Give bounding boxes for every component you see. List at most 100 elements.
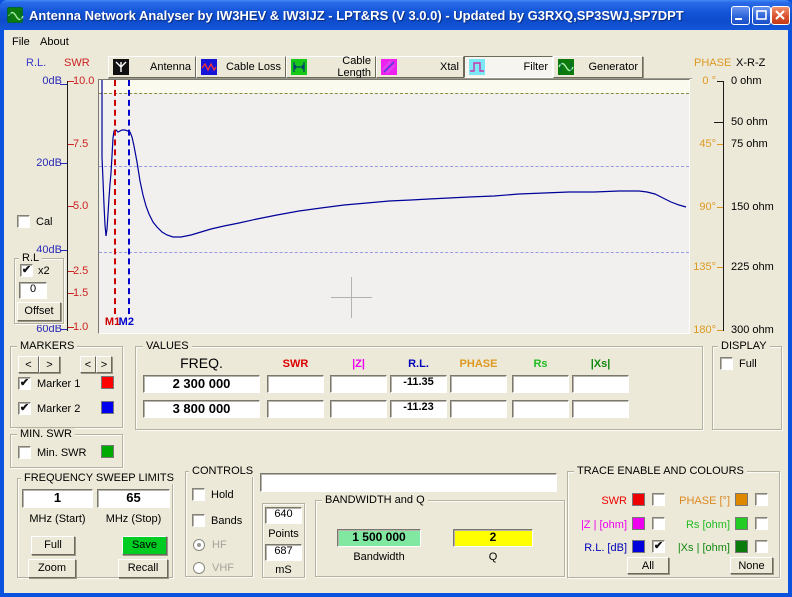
marker1-color-swatch[interactable] — [101, 376, 114, 389]
marker1-label: Marker 1 — [37, 378, 80, 390]
marker1-line[interactable] — [114, 80, 116, 314]
xs-column-header: |Xs| — [572, 358, 629, 370]
phase-value-row2[interactable] — [450, 400, 507, 418]
none-traces-button[interactable]: None — [730, 557, 773, 574]
menu-about[interactable]: About — [40, 36, 69, 48]
xs-trace-swatch[interactable] — [735, 540, 748, 553]
z-value-row1[interactable] — [330, 375, 387, 393]
swr-column-header: SWR — [267, 358, 324, 370]
phase-tick-mark — [717, 207, 723, 208]
cal-checkbox[interactable] — [17, 215, 30, 228]
rs-trace-swatch[interactable] — [735, 517, 748, 530]
points-value: 640 — [265, 507, 302, 524]
minimize-button[interactable] — [731, 6, 750, 25]
offset-input[interactable]: 0 — [19, 282, 47, 299]
phase-trace-checkbox[interactable] — [755, 493, 768, 506]
rl-value-row2[interactable]: -11.23 — [390, 400, 447, 418]
right-axis-line — [723, 81, 724, 331]
swr-value-row2[interactable] — [267, 400, 324, 418]
recall-button[interactable]: Recall — [118, 559, 168, 578]
marker2-color-swatch[interactable] — [101, 401, 114, 414]
swr-trace-checkbox[interactable] — [652, 493, 665, 506]
swr-value-row1[interactable] — [267, 375, 324, 393]
full-sweep-button[interactable]: Full — [31, 536, 75, 555]
min-swr-checkbox[interactable] — [18, 446, 31, 459]
marker2-checkbox[interactable]: ✔ — [18, 402, 31, 415]
xs-value-row1[interactable] — [572, 375, 629, 393]
marker1-checkbox[interactable]: ✔ — [18, 377, 31, 390]
phase-axis-header: PHASE — [694, 57, 731, 69]
ohm-tick: 0 ohm — [731, 75, 762, 87]
rs-value-row1[interactable] — [512, 375, 569, 393]
stop-freq-label: MHz (Stop) — [97, 513, 170, 525]
phase-trace-swatch[interactable] — [735, 493, 748, 506]
bands-checkbox[interactable] — [192, 514, 205, 527]
marker1-next-button[interactable]: > — [39, 356, 60, 373]
swr-trace-swatch[interactable] — [632, 493, 645, 506]
phase-tick-mark — [717, 330, 723, 331]
phase-tick-mark — [717, 144, 723, 145]
rl-value-row1[interactable]: -11.35 — [390, 375, 447, 393]
hf-label: HF — [212, 539, 227, 551]
marker2-line[interactable] — [128, 80, 130, 314]
full-display-checkbox[interactable] — [720, 357, 733, 370]
xs-trace-checkbox[interactable] — [755, 540, 768, 553]
save-button[interactable]: Save — [122, 536, 167, 555]
ms-label: mS — [262, 564, 305, 576]
rl-tick: 20dB — [26, 157, 62, 169]
ohm-tick-mark — [714, 122, 723, 123]
x2-checkbox[interactable]: ✔ — [20, 264, 33, 277]
vhf-radio — [193, 562, 205, 574]
xs-value-row2[interactable] — [572, 400, 629, 418]
window-title: Antenna Network Analyser by IW3HEV & IW3… — [29, 8, 684, 23]
stop-freq-input[interactable]: 65 — [97, 489, 170, 508]
z-value-row2[interactable] — [330, 400, 387, 418]
status-text-field[interactable] — [260, 473, 557, 492]
swr-tick-mark — [68, 144, 74, 145]
cable-loss-button[interactable]: Cable Loss — [196, 56, 286, 78]
bandwidth-value[interactable]: 1 500 000 — [337, 529, 421, 547]
generator-icon — [558, 59, 574, 75]
menu-file[interactable]: File — [12, 36, 30, 48]
z-trace-checkbox[interactable] — [652, 517, 665, 530]
phase-value-row1[interactable] — [450, 375, 507, 393]
rs-trace-checkbox[interactable] — [755, 517, 768, 530]
all-traces-button[interactable]: All — [627, 557, 669, 574]
offset-button[interactable]: Offset — [17, 302, 61, 321]
filter-button[interactable]: Filter — [464, 56, 553, 78]
cable-loss-icon — [201, 59, 217, 75]
xtal-button[interactable]: Xtal — [376, 56, 464, 78]
xs-trace-label: |Xs | [ohm] — [670, 542, 730, 554]
rs-value-row2[interactable] — [512, 400, 569, 418]
q-value[interactable]: 2 — [453, 529, 533, 547]
min-swr-color-swatch[interactable] — [101, 445, 114, 458]
hf-radio — [193, 539, 205, 551]
swr-tick-mark — [68, 327, 74, 328]
cable-length-button[interactable]: Cable Length — [286, 56, 376, 78]
z-trace-swatch[interactable] — [632, 517, 645, 530]
antenna-button[interactable]: Antenna — [108, 56, 196, 78]
rl-trace — [99, 80, 689, 333]
swr-tick-mark — [68, 271, 74, 272]
swr-tick-mark — [68, 293, 74, 294]
zoom-button[interactable]: Zoom — [28, 559, 76, 578]
plot-area[interactable]: M1 M2 — [98, 79, 690, 334]
marker2-prev-button[interactable]: < — [80, 356, 96, 373]
start-freq-input[interactable]: 1 — [22, 489, 93, 508]
min-swr-caption: MIN. SWR — [17, 428, 75, 440]
points-label: Points — [262, 528, 305, 540]
maximize-button[interactable] — [752, 6, 771, 25]
freq-value-row1[interactable]: 2 300 000 — [143, 375, 260, 393]
generator-button[interactable]: Generator — [553, 56, 643, 78]
right-tick-mark — [717, 81, 723, 82]
marker1-prev-button[interactable]: < — [18, 356, 39, 373]
close-button[interactable] — [771, 6, 790, 25]
hold-checkbox[interactable] — [192, 488, 205, 501]
rl-trace-swatch[interactable] — [632, 540, 645, 553]
swr-axis-header: SWR — [64, 57, 90, 69]
marker2-next-button[interactable]: > — [96, 356, 112, 373]
freq-value-row2[interactable]: 3 800 000 — [143, 400, 260, 418]
swr-tick: 1.5 — [73, 287, 88, 299]
rl-trace-checkbox[interactable]: ✔ — [652, 540, 665, 553]
min-swr-label: Min. SWR — [37, 447, 87, 459]
